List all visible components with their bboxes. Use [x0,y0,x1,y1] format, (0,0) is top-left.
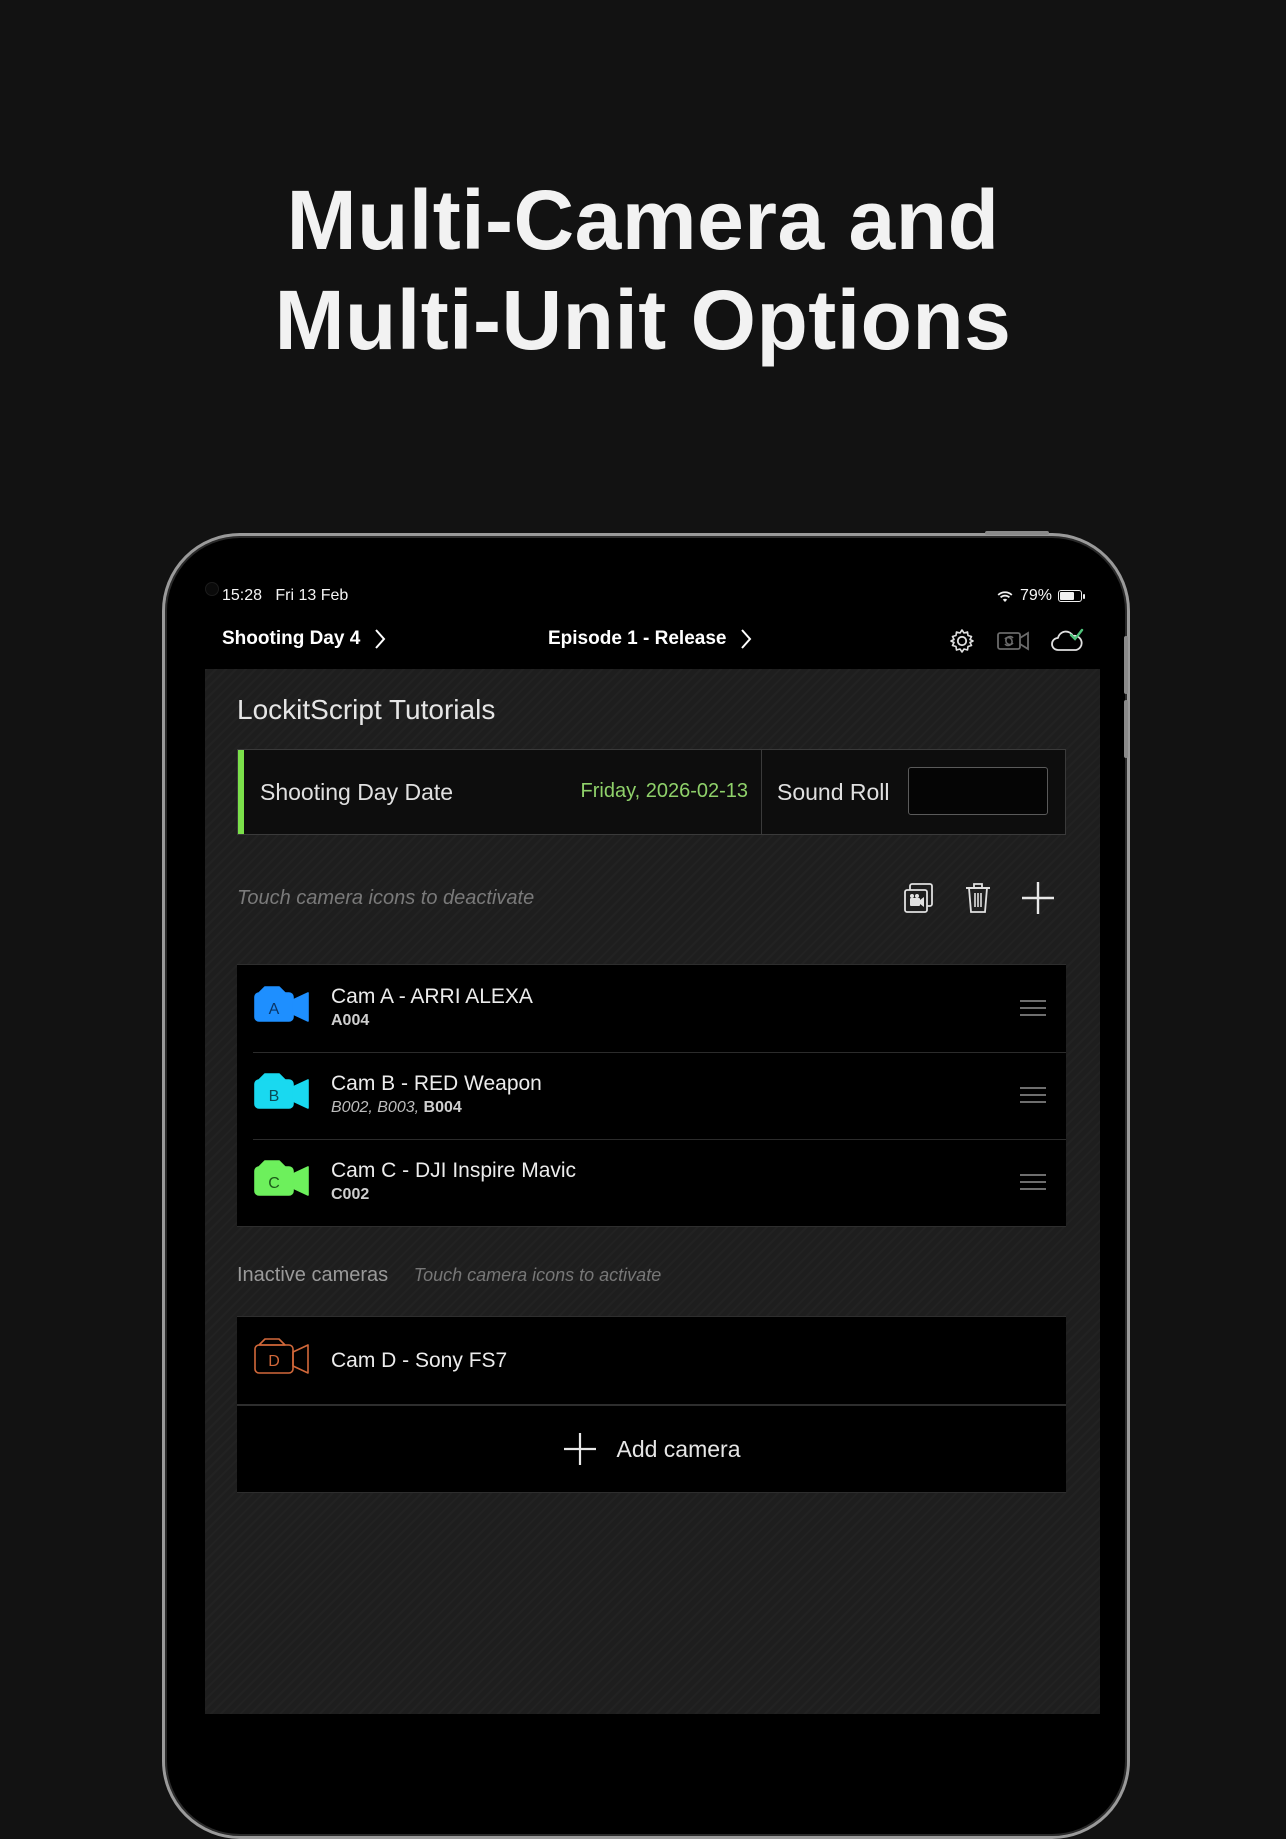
divider [761,750,762,834]
nav-actions [948,627,1084,660]
camera-c-icon[interactable]: C [253,1158,311,1200]
svg-text:C: C [268,1175,280,1192]
svg-text:B: B [269,1088,280,1105]
add-camera-button[interactable]: Add camera [237,1404,1066,1493]
camera-row[interactable]: B Cam B - RED Weapon B002, B003, B004 [237,1052,1066,1139]
inactive-camera-row[interactable]: D Cam D - Sony FS7 [237,1317,1066,1404]
camera-d-icon[interactable]: D [253,1336,311,1378]
camera-row[interactable]: C Cam C - DJI Inspire Mavic C002 [237,1139,1066,1226]
headline-line-1: Multi-Camera and [286,173,1000,267]
duplicate-icon[interactable] [902,881,936,920]
trash-icon[interactable] [963,881,993,920]
camera-rolls-previous: B002, B003, [331,1099,424,1116]
active-cameras-hint: Touch camera icons to deactivate [237,887,535,909]
project-title: LockitScript Tutorials [237,694,496,725]
camera-rolls-current: A004 [331,1012,370,1029]
headline: Multi-Camera and Multi-Unit Options [0,170,1286,370]
shooting-day-date-box: Shooting Day Date Friday, 2026-02-13 Sou… [237,749,1066,835]
gear-icon[interactable] [948,627,976,660]
plus-icon [564,1433,597,1465]
top-button [985,531,1049,535]
shooting-day-label: Shooting Day 4 [222,628,361,649]
camera-name: Cam B - RED Weapon [331,1072,542,1095]
shooting-day-nav[interactable]: Shooting Day 4 [222,628,386,650]
battery-icon [1058,590,1086,602]
plus-icon[interactable] [1020,880,1056,921]
date-accent-bar [238,750,244,834]
status-indicators: 79% [996,587,1086,605]
camera-rolls-current: B004 [423,1099,462,1116]
camera-rolls: B002, B003, B004 [331,1099,462,1117]
battery-fill [1060,592,1075,600]
status-time: 15:28 [222,587,263,604]
inactive-cameras-header: Inactive cameras Touch camera icons to a… [237,1264,661,1287]
camera-sync-icon[interactable] [996,627,1030,660]
episode-label: Episode 1 - Release [548,628,727,649]
camera-name: Cam C - DJI Inspire Mavic [331,1159,577,1182]
drag-handle-icon[interactable] [1020,1000,1046,1021]
inactive-camera-list: D Cam D - Sony FS7 [237,1316,1066,1404]
status-time-date: 15:28 Fri 13 Feb [222,587,348,605]
inactive-cameras-hint: Touch camera icons to activate [413,1265,662,1285]
episode-nav[interactable]: Episode 1 - Release [548,628,752,650]
camera-row[interactable]: A Cam A - ARRI ALEXA A004 [237,965,1066,1052]
drag-handle-icon[interactable] [1020,1087,1046,1108]
chevron-right-icon [741,629,752,649]
svg-text:D: D [268,1353,280,1370]
shooting-day-date-value[interactable]: Friday, 2026-02-13 [568,780,749,803]
add-camera-label: Add camera [616,1435,741,1462]
cloud-check-icon[interactable] [1050,627,1084,660]
content-panel: LockitScript Tutorials Shooting Day Date… [205,669,1100,1714]
svg-text:A: A [269,1001,280,1018]
camera-rolls: C002 [331,1186,369,1204]
camera-name: Cam D - Sony FS7 [331,1349,508,1372]
volume-down-button [1124,700,1128,758]
volume-up-button [1124,636,1128,694]
shooting-day-date-label: Shooting Day Date [260,779,454,805]
camera-b-icon[interactable]: B [253,1071,311,1113]
front-camera [205,582,219,596]
status-date: Fri 13 Feb [275,587,349,604]
sound-roll-label: Sound Roll [777,779,890,805]
active-camera-list: A Cam A - ARRI ALEXA A004 B Cam B - RED Weap… [237,964,1066,1227]
camera-name: Cam A - ARRI ALEXA [331,985,533,1008]
camera-rolls-current: C002 [331,1186,370,1203]
sound-roll-input[interactable] [908,767,1048,815]
chevron-right-icon [375,629,386,649]
camera-a-icon[interactable]: A [253,984,311,1026]
battery-percent: 79% [1020,587,1053,604]
camera-toolbar [902,880,1056,921]
camera-rolls: A004 [331,1012,369,1030]
headline-line-2: Multi-Unit Options [274,273,1012,367]
drag-handle-icon[interactable] [1020,1174,1046,1195]
inactive-cameras-title: Inactive cameras [237,1264,389,1286]
wifi-icon [997,590,1013,602]
